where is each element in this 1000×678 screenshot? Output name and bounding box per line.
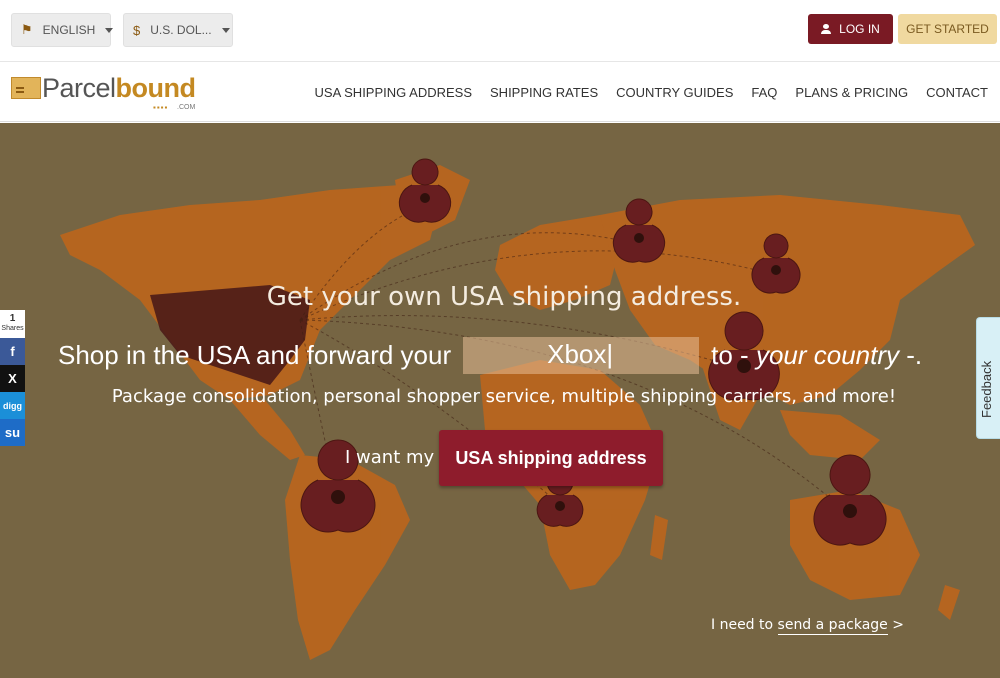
chevron-down-icon (105, 27, 114, 33)
user-icon (821, 24, 832, 34)
nav-faq[interactable]: FAQ (751, 85, 777, 100)
package-icon (11, 77, 41, 99)
language-label: ENGLISH (42, 23, 96, 37)
language-dropdown[interactable]: ⚑ ENGLISH (11, 13, 114, 47)
social-share-bar: 1 Shares f X digg su (0, 310, 25, 446)
main-nav: Parcelbound ▪▪▪▪ .COM USA SHIPPING ADDRE… (0, 62, 1000, 122)
nav-links: USA SHIPPING ADDRESS SHIPPING RATES COUN… (297, 62, 988, 122)
facebook-icon[interactable]: f (0, 338, 25, 365)
want-label: I want my (345, 447, 435, 468)
login-label: LOG IN (839, 22, 880, 36)
typed-product: Xbox (547, 339, 613, 370)
send-package-line: I need to send a package > (711, 617, 904, 635)
logo-dots: ▪▪▪▪ (153, 103, 169, 112)
send-prefix: I need to (711, 617, 774, 633)
currency-label: U.S. DOL... (150, 23, 212, 37)
share-count: 1 Shares (0, 310, 25, 338)
hero-headline-to: to - (711, 339, 749, 370)
flag-icon: ⚑ (21, 22, 33, 37)
hero-section: Get your own USA shipping address. Shop … (0, 123, 1000, 678)
send-arrow: > (892, 617, 904, 633)
nav-shipping-rates[interactable]: SHIPPING RATES (490, 85, 598, 100)
typed-product-box: Xbox (463, 336, 700, 374)
nav-plans-pricing[interactable]: PLANS & PRICING (795, 85, 908, 100)
logo-wordmark: Parcelbound (42, 73, 196, 103)
send-package-link[interactable]: send a package (777, 617, 888, 635)
share-count-value: 1 (9, 313, 16, 324)
nav-usa-shipping-address[interactable]: USA SHIPPING ADDRESS (315, 85, 473, 100)
logo-part2: bound (115, 73, 196, 103)
hero-headline: Shop in the USA and forward your Xbox to… (58, 335, 978, 375)
hero-headline-suffix: -. (906, 339, 923, 370)
hero-subtitle: Get your own USA shipping address. (266, 282, 742, 312)
top-bar: ⚑ ENGLISH $ U.S. DOL... LOG IN GET START… (0, 0, 1000, 62)
x-icon[interactable]: X (0, 365, 25, 392)
hero-description: Package consolidation, personal shopper … (111, 386, 897, 407)
hero-headline-prefix: Shop in the USA and forward your (58, 339, 452, 370)
share-count-label: Shares (1, 325, 24, 332)
feedback-tab[interactable]: Feedback (976, 317, 1000, 439)
parcelbound-logo[interactable]: Parcelbound ▪▪▪▪ .COM (11, 73, 201, 112)
nav-contact[interactable]: CONTACT (926, 85, 988, 100)
logo-suffix: .COM (177, 104, 196, 111)
chevron-down-icon (221, 27, 230, 33)
currency-dropdown[interactable]: $ U.S. DOL... (123, 13, 233, 47)
dollar-icon: $ (133, 22, 141, 38)
get-started-button[interactable]: GET STARTED (898, 14, 997, 44)
stumbleupon-icon[interactable]: su (0, 419, 25, 446)
usa-shipping-address-button[interactable]: USA shipping address (439, 430, 663, 486)
hero-headline-country: your country (755, 339, 900, 370)
login-button[interactable]: LOG IN (808, 14, 893, 44)
feedback-label: Feedback (979, 360, 994, 418)
logo-part1: Parcel (42, 73, 116, 103)
nav-country-guides[interactable]: COUNTRY GUIDES (616, 85, 733, 100)
digg-icon[interactable]: digg (0, 392, 25, 419)
